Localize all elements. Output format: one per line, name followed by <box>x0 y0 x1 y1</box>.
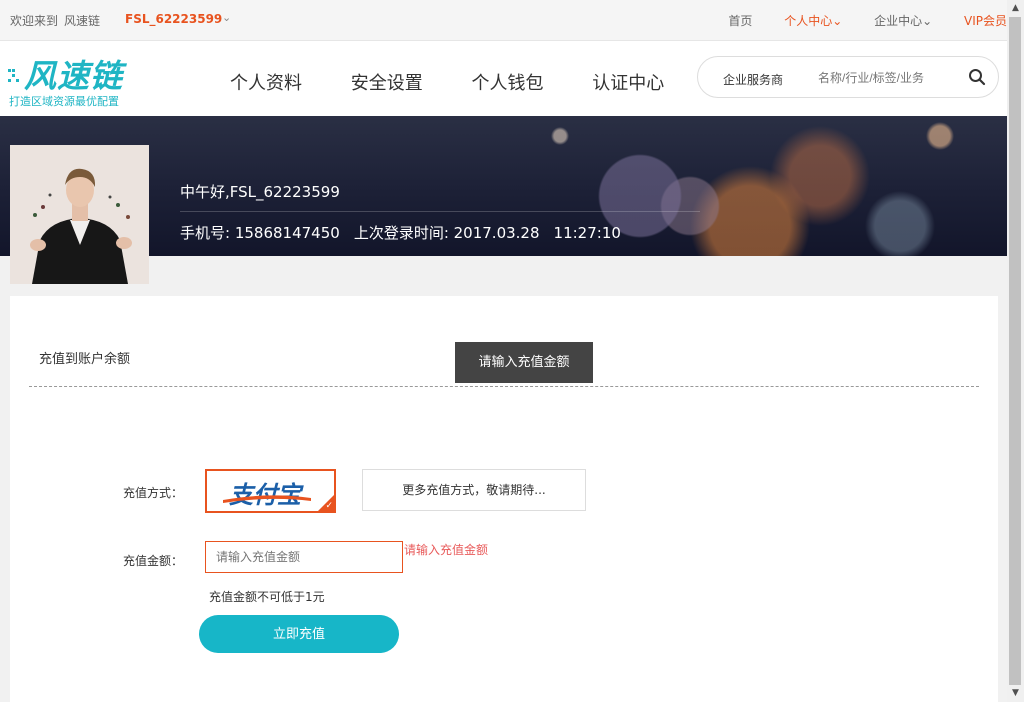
welcome-label: 欢迎来到 <box>10 14 59 28</box>
amount-error: 请输入充值金额 <box>404 543 489 557</box>
scrollbar-thumb[interactable] <box>1009 17 1021 685</box>
logo-text: 风速链 <box>24 57 124 95</box>
more-methods-option[interactable]: 更多充值方式，敬请期待... <box>362 469 586 511</box>
banner-divider <box>180 211 700 212</box>
nav-item-certification[interactable]: 认证中心 <box>592 73 664 94</box>
search-category[interactable]: 企业服务商 <box>723 71 783 88</box>
alipay-option[interactable]: 支付宝 ✓ <box>205 469 336 513</box>
avatar[interactable] <box>10 145 149 284</box>
alipay-swoosh-icon <box>223 495 311 503</box>
top-link-vip[interactable]: VIP会员 <box>964 14 1007 28</box>
last-login-time: 11:27:10 <box>553 224 621 242</box>
account-info: 手机号: 15868147450 上次登录时间: 2017.03.28 11:27:… <box>180 222 635 243</box>
phone-text: 手机号: 15868147450 <box>180 224 340 242</box>
nav-item-security[interactable]: 安全设置 <box>351 73 423 94</box>
site-name: 风速链 <box>64 14 101 28</box>
greeting-text: 中午好,FSL_62223599 <box>180 183 340 201</box>
chevron-down-icon[interactable]: ⌄ <box>222 11 231 24</box>
welcome-text: 欢迎来到 风速链 <box>10 12 106 29</box>
amount-tooltip: 请输入充值金额 <box>455 342 593 383</box>
section-title: 充值到账户余额 <box>39 352 131 367</box>
search-icon[interactable] <box>968 68 986 86</box>
top-bar: 欢迎来到 风速链 FSL_62223599 ⌄ 首页 个人中心⌄ 企业中心⌄ VI… <box>0 0 1007 41</box>
amount-hint: 充值金额不可低于1元 <box>209 590 325 604</box>
logo[interactable]: 风速链 打造区域资源最优配置 <box>8 51 138 109</box>
payment-method-label: 充值方式： <box>123 486 184 500</box>
top-link-personal-center[interactable]: 个人中心⌄ <box>784 14 842 28</box>
avatar-image <box>10 145 149 284</box>
scroll-up-icon[interactable]: ▲ <box>1007 0 1024 17</box>
nav-item-profile[interactable]: 个人资料 <box>230 73 302 94</box>
top-link-home[interactable]: 首页 <box>728 14 752 28</box>
top-link-enterprise-center[interactable]: 企业中心⌄ <box>874 14 932 28</box>
logo-dots-icon <box>8 69 19 82</box>
scrollbar[interactable]: ▲ ▼ <box>1007 0 1024 702</box>
logo-slogan: 打造区域资源最优配置 <box>9 95 119 108</box>
scroll-down-icon[interactable]: ▼ <box>1007 685 1024 702</box>
header: 风速链 打造区域资源最优配置 个人资料 安全设置 个人钱包 认证中心 企业服务商 <box>0 41 1007 116</box>
search-box: 企业服务商 <box>697 56 999 98</box>
last-login-text: 上次登录时间: 2017.03.28 <box>353 224 540 242</box>
recharge-button[interactable]: 立即充值 <box>199 615 399 653</box>
top-links: 首页 个人中心⌄ 企业中心⌄ VIP会员 <box>700 12 1007 29</box>
section-divider <box>29 386 979 387</box>
recharge-panel: 充值到账户余额 请输入充值金额 充值方式： 支付宝 ✓ 更多充值方式，敬请期待.… <box>10 296 998 702</box>
search-input[interactable] <box>816 67 950 89</box>
nav-item-wallet[interactable]: 个人钱包 <box>471 73 543 94</box>
amount-label: 充值金额： <box>123 554 184 568</box>
main-nav: 个人资料 安全设置 个人钱包 认证中心 <box>230 69 707 95</box>
checkmark-icon: ✓ <box>325 501 333 511</box>
alipay-logo-text: 支付宝 <box>229 480 301 509</box>
username-link[interactable]: FSL_62223599 <box>125 12 222 26</box>
amount-input[interactable] <box>205 541 403 573</box>
